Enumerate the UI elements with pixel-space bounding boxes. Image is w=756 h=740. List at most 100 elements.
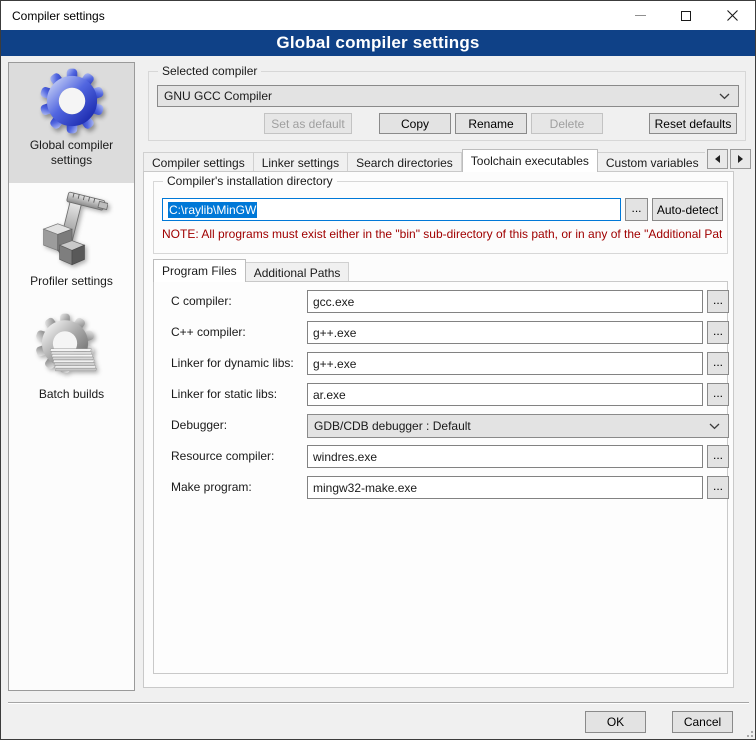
- sidebar-item-label: Profiler settings: [26, 274, 117, 289]
- installation-directory-note: NOTE: All programs must exist either in …: [162, 227, 722, 241]
- compiler-select-value: GNU GCC Compiler: [164, 89, 272, 103]
- ellipsis-icon: ...: [713, 386, 723, 400]
- close-icon: [727, 10, 738, 21]
- footer-divider: [8, 702, 749, 704]
- resize-grip[interactable]: [743, 727, 753, 737]
- dynamic-linker-row: Linker for dynamic libs: g++.exe ...: [154, 352, 729, 376]
- chevron-down-icon: [719, 93, 730, 100]
- caliper-cubes-icon: [36, 190, 108, 270]
- titlebar: Compiler settings: [1, 1, 755, 30]
- debugger-value: GDB/CDB debugger : Default: [314, 419, 471, 433]
- tab-search-directories[interactable]: Search directories: [348, 152, 462, 172]
- sidebar-item-batch-builds[interactable]: Batch builds: [9, 313, 134, 417]
- settings-tab-strip: Compiler settings Linker settings Search…: [143, 147, 705, 172]
- dynamic-linker-value: g++.exe: [313, 357, 356, 371]
- make-program-value: mingw32-make.exe: [313, 481, 417, 495]
- static-linker-value: ar.exe: [313, 388, 346, 402]
- cancel-label: Cancel: [684, 715, 721, 729]
- cpp-compiler-input[interactable]: g++.exe: [307, 321, 703, 344]
- maximize-icon: [681, 11, 691, 21]
- minimize-button[interactable]: [617, 1, 663, 30]
- gray-gear-stack-icon: [33, 313, 111, 383]
- minimize-icon: [635, 15, 646, 16]
- debugger-row: Debugger: GDB/CDB debugger : Default: [154, 414, 729, 438]
- window-title: Compiler settings: [1, 9, 617, 23]
- installation-directory-value: C:\raylib\MinGW: [168, 202, 257, 218]
- dynamic-linker-input[interactable]: g++.exe: [307, 352, 703, 375]
- scroll-left-icon: [711, 155, 720, 163]
- debugger-select[interactable]: GDB/CDB debugger : Default: [307, 414, 729, 438]
- programs-tab-strip: Program Files Additional Paths: [153, 258, 713, 282]
- delete-button[interactable]: Delete: [531, 113, 603, 134]
- make-program-row: Make program: mingw32-make.exe ...: [154, 476, 729, 500]
- settings-category-list: Global compiler settings: [8, 62, 135, 691]
- tab-scroll-left-button[interactable]: [707, 149, 728, 169]
- selected-compiler-group: Selected compiler GNU GCC Compiler Set a…: [148, 71, 746, 141]
- dialog-body: Global compiler settings: [1, 56, 755, 739]
- set-as-default-label: Set as default: [271, 117, 344, 131]
- close-button[interactable]: [709, 1, 755, 30]
- chevron-down-icon: [709, 423, 720, 430]
- set-as-default-button[interactable]: Set as default: [264, 113, 352, 134]
- ok-label: OK: [607, 715, 624, 729]
- cancel-button[interactable]: Cancel: [672, 711, 733, 733]
- ellipsis-icon: ...: [713, 479, 723, 493]
- auto-detect-button[interactable]: Auto-detect: [652, 198, 723, 221]
- maximize-button[interactable]: [663, 1, 709, 30]
- c-compiler-label: C compiler:: [171, 294, 232, 308]
- cpp-compiler-browse-button[interactable]: ...: [707, 321, 729, 344]
- compiler-select[interactable]: GNU GCC Compiler: [157, 85, 739, 107]
- resource-compiler-row: Resource compiler: windres.exe ...: [154, 445, 729, 469]
- toolchain-executables-panel: Compiler's installation directory C:\ray…: [143, 171, 734, 688]
- rename-button[interactable]: Rename: [455, 113, 527, 134]
- static-linker-input[interactable]: ar.exe: [307, 383, 703, 406]
- tab-program-files[interactable]: Program Files: [153, 259, 246, 282]
- make-program-label: Make program:: [171, 480, 252, 494]
- resource-compiler-value: windres.exe: [313, 450, 377, 464]
- sidebar-item-global-compiler-settings[interactable]: Global compiler settings: [9, 63, 134, 183]
- tab-linker-settings[interactable]: Linker settings: [254, 152, 348, 172]
- tab-scroll-buttons: [707, 149, 751, 169]
- installation-directory-group: Compiler's installation directory C:\ray…: [153, 181, 728, 254]
- ellipsis-icon: ...: [713, 293, 723, 307]
- dynamic-linker-label: Linker for dynamic libs:: [171, 356, 294, 370]
- cpp-compiler-label: C++ compiler:: [171, 325, 246, 339]
- installation-directory-legend: Compiler's installation directory: [163, 174, 337, 188]
- cpp-compiler-value: g++.exe: [313, 326, 356, 340]
- copy-button[interactable]: Copy: [379, 113, 451, 134]
- resource-compiler-input[interactable]: windres.exe: [307, 445, 703, 468]
- sidebar-item-label: Global compiler settings: [9, 138, 134, 168]
- rename-label: Rename: [468, 117, 513, 131]
- sidebar-item-profiler-settings[interactable]: Profiler settings: [9, 190, 134, 296]
- installation-directory-input[interactable]: C:\raylib\MinGW: [162, 198, 621, 221]
- c-compiler-input[interactable]: gcc.exe: [307, 290, 703, 313]
- tab-toolchain-executables[interactable]: Toolchain executables: [462, 149, 598, 172]
- make-program-input[interactable]: mingw32-make.exe: [307, 476, 703, 499]
- dynamic-linker-browse-button[interactable]: ...: [707, 352, 729, 375]
- ellipsis-icon: ...: [713, 324, 723, 338]
- make-program-browse-button[interactable]: ...: [707, 476, 729, 499]
- resource-compiler-browse-button[interactable]: ...: [707, 445, 729, 468]
- static-linker-row: Linker for static libs: ar.exe ...: [154, 383, 729, 407]
- static-linker-browse-button[interactable]: ...: [707, 383, 729, 406]
- c-compiler-value: gcc.exe: [313, 295, 354, 309]
- tab-additional-paths[interactable]: Additional Paths: [246, 262, 350, 282]
- tab-custom-variables[interactable]: Custom variables: [598, 152, 705, 172]
- c-compiler-row: C compiler: gcc.exe ...: [154, 290, 729, 314]
- page-title: Global compiler settings: [1, 30, 755, 56]
- c-compiler-browse-button[interactable]: ...: [707, 290, 729, 313]
- ellipsis-icon: ...: [713, 355, 723, 369]
- delete-label: Delete: [550, 117, 585, 131]
- tab-compiler-settings[interactable]: Compiler settings: [143, 152, 254, 172]
- ok-button[interactable]: OK: [585, 711, 646, 733]
- ellipsis-icon: ...: [713, 448, 723, 462]
- sidebar-item-label: Batch builds: [35, 387, 108, 402]
- selected-compiler-legend: Selected compiler: [158, 64, 261, 78]
- static-linker-label: Linker for static libs:: [171, 387, 277, 401]
- tab-scroll-right-button[interactable]: [730, 149, 751, 169]
- reset-defaults-button[interactable]: Reset defaults: [649, 113, 737, 134]
- cpp-compiler-row: C++ compiler: g++.exe ...: [154, 321, 729, 345]
- resource-compiler-label: Resource compiler:: [171, 449, 274, 463]
- installation-directory-browse-button[interactable]: ...: [625, 198, 648, 221]
- copy-label: Copy: [401, 117, 429, 131]
